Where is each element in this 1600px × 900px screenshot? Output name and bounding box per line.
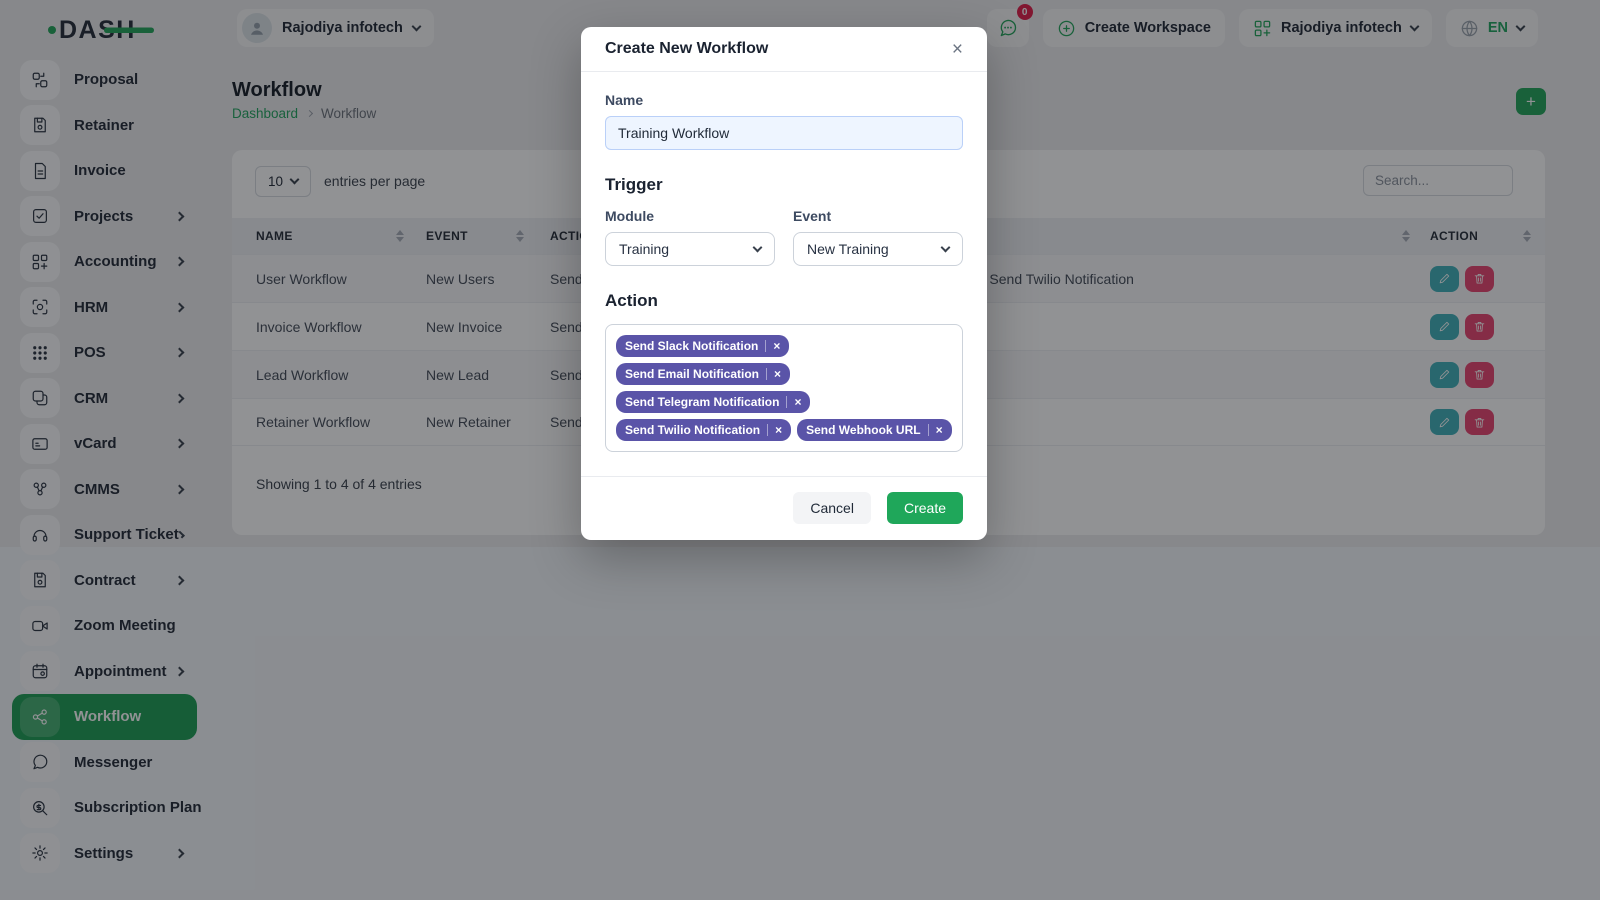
remove-tag-icon[interactable]: × — [774, 367, 781, 381]
close-icon[interactable]: × — [952, 40, 963, 59]
action-tag: Send Slack Notification× — [616, 335, 789, 357]
action-multiselect[interactable]: Send Slack Notification× Send Email Noti… — [605, 324, 963, 452]
cancel-button[interactable]: Cancel — [793, 492, 871, 524]
chevron-down-icon — [941, 242, 951, 252]
create-workflow-modal: Create New Workflow × Name Trigger Modul… — [581, 27, 987, 540]
action-heading: Action — [605, 291, 963, 311]
event-field: Event New Training — [793, 208, 963, 266]
modal-footer: Cancel Create — [581, 476, 987, 540]
action-tag: Send Twilio Notification× — [616, 419, 791, 441]
remove-tag-icon[interactable]: × — [936, 423, 943, 437]
modal-body: Name Trigger Module Training Event New T… — [581, 72, 987, 476]
module-value: Training — [619, 241, 669, 257]
modal-header: Create New Workflow × — [581, 27, 987, 72]
remove-tag-icon[interactable]: × — [775, 423, 782, 437]
chevron-down-icon — [753, 242, 763, 252]
module-label: Module — [605, 208, 775, 224]
event-label: Event — [793, 208, 963, 224]
modal-title: Create New Workflow — [605, 40, 768, 58]
event-select[interactable]: New Training — [793, 232, 963, 266]
workflow-name-input[interactable] — [605, 116, 963, 150]
create-button[interactable]: Create — [887, 492, 963, 524]
module-field: Module Training — [605, 208, 775, 266]
trigger-heading: Trigger — [605, 175, 963, 195]
event-value: New Training — [807, 241, 889, 257]
action-tag: Send Webhook URL× — [797, 419, 951, 441]
remove-tag-icon[interactable]: × — [773, 339, 780, 353]
action-tag: Send Telegram Notification× — [616, 391, 810, 413]
action-tag: Send Email Notification× — [616, 363, 790, 385]
name-label: Name — [605, 92, 963, 108]
remove-tag-icon[interactable]: × — [794, 395, 801, 409]
module-select[interactable]: Training — [605, 232, 775, 266]
